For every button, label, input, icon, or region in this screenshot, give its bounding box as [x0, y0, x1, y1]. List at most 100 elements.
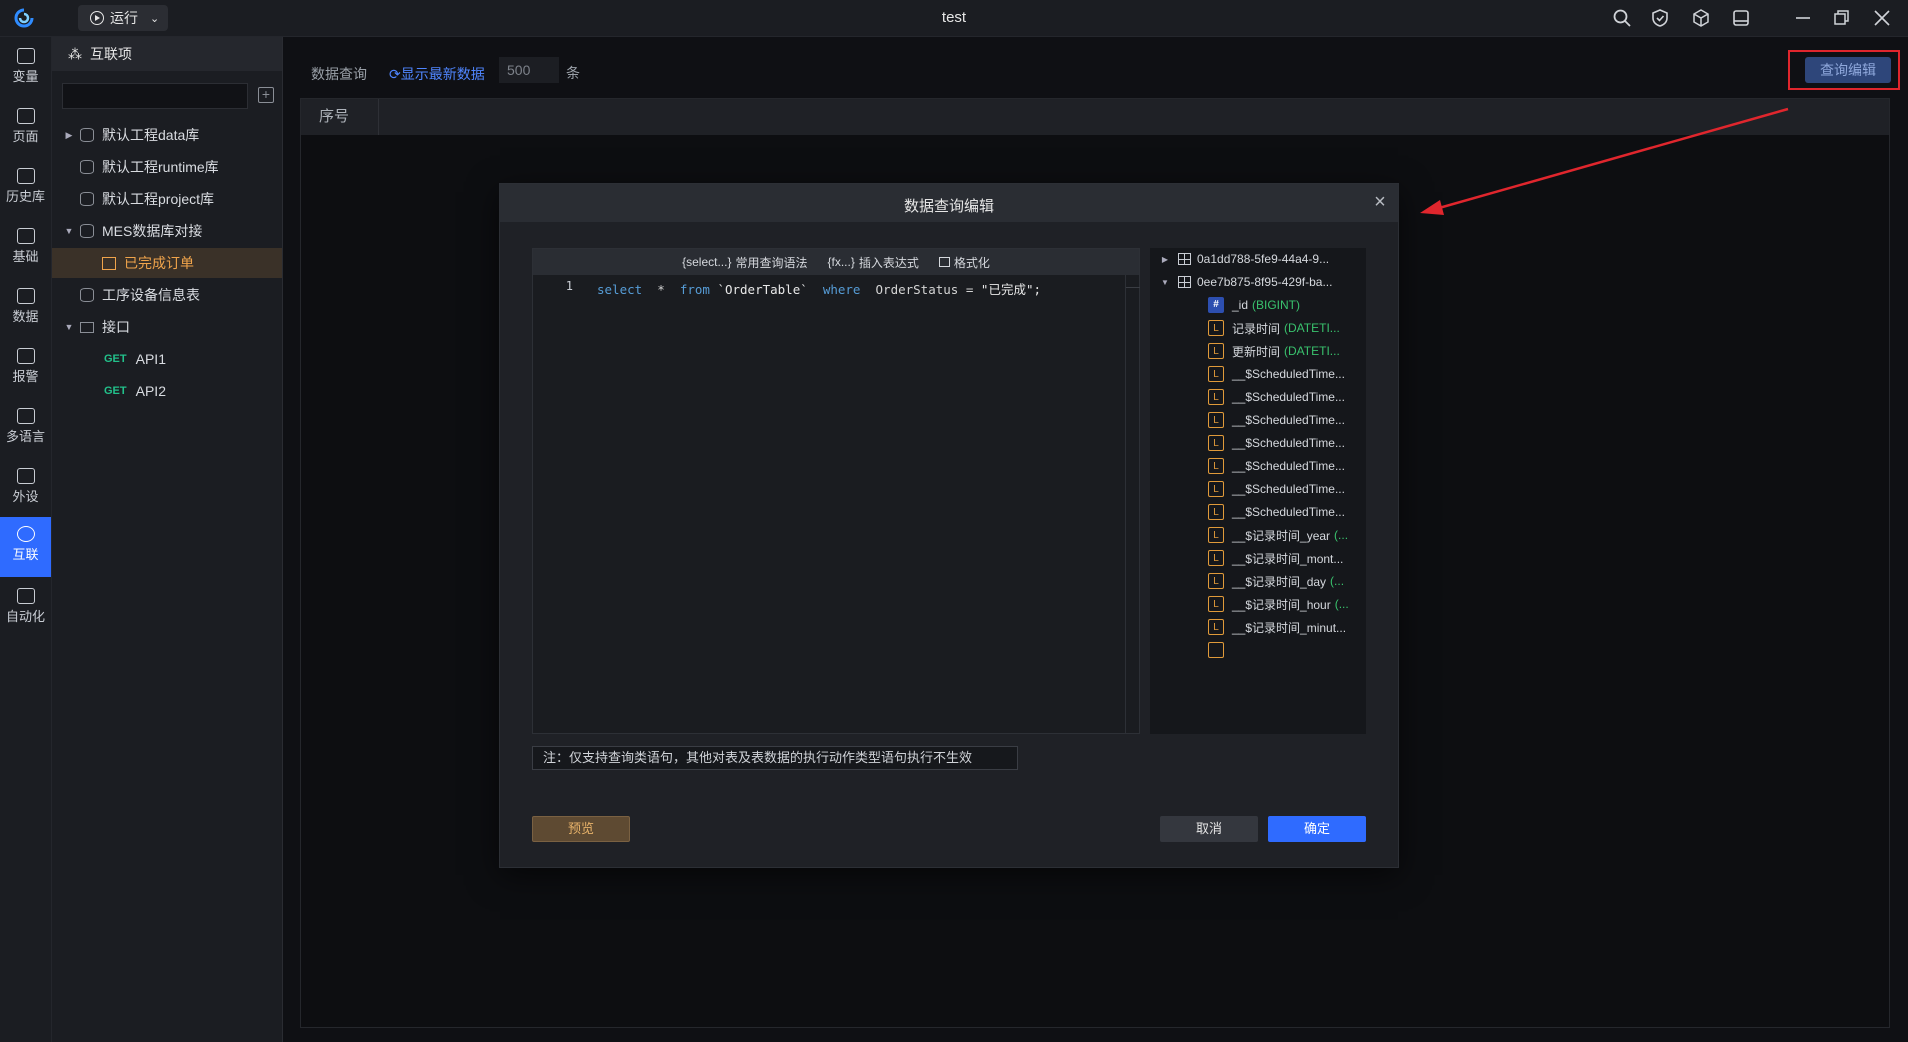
text-field-icon: L	[1208, 412, 1224, 428]
caret-right-icon[interactable]: ▶	[1160, 255, 1170, 264]
rail-item-language[interactable]: 多语言	[0, 401, 51, 457]
sql-operator: =	[965, 282, 974, 297]
tree-node-label: API1	[135, 351, 166, 367]
tree-node-process-equipment[interactable]: 工序设备信息表	[52, 280, 282, 310]
schema-tree: ▶ 0a1dd788-5fe9-44a4-9... ▼ 0ee7b875-8f95-…	[1150, 248, 1366, 734]
rail-item-peripheral[interactable]: 外设	[0, 461, 51, 517]
code-line[interactable]: select * from `OrderTable` where OrderSt…	[597, 279, 1041, 298]
field-name: 更新时间	[1232, 344, 1281, 359]
rail-item-data[interactable]: 数据	[0, 281, 51, 337]
fx-label: 插入表达式	[858, 255, 919, 270]
insert-expression-button[interactable]: {fx...} 插入表达式	[828, 254, 919, 271]
tree-node-interface[interactable]: ▼ 接口	[52, 312, 282, 342]
row-limit-input[interactable]: 500	[499, 57, 559, 83]
field-name: __$记录时间_day	[1232, 574, 1327, 589]
table-icon	[1178, 253, 1191, 265]
dialog-header: 数据查询编辑 ×	[500, 184, 1398, 222]
dialog-close-icon[interactable]: ×	[1370, 192, 1390, 212]
minimize-icon[interactable]	[1793, 8, 1813, 28]
caret-down-icon[interactable]: ▼	[64, 226, 74, 236]
history-db-icon	[16, 168, 35, 184]
rail-item-base[interactable]: 基础	[0, 221, 51, 277]
database-icon	[80, 288, 94, 302]
tree-node-label: 默认工程runtime库	[102, 159, 219, 175]
field-type: (DATETI...	[1284, 321, 1340, 335]
field-name: __$ScheduledTime...	[1232, 413, 1345, 427]
field-name: __$记录时间_minut...	[1232, 620, 1347, 635]
annotation-highlight-box	[1788, 50, 1900, 90]
restore-icon[interactable]	[1832, 8, 1852, 28]
tree-node-completed-orders[interactable]: 已完成订单	[52, 248, 282, 278]
field-type: (...	[1334, 597, 1349, 611]
editor-scrollbar[interactable]	[1125, 275, 1140, 733]
tree-node-runtime-db[interactable]: 默认工程runtime库	[52, 152, 282, 182]
preview-button[interactable]: 预览	[532, 816, 630, 842]
text-field-icon: L	[1208, 527, 1224, 543]
text-field-icon: L	[1208, 504, 1224, 520]
field-name: 记录时间	[1232, 321, 1281, 336]
tree-node-project-db[interactable]: 默认工程project库	[52, 184, 282, 214]
grid-header: 序号	[301, 99, 1889, 135]
field-name: __$记录时间_mont...	[1232, 551, 1344, 566]
peripheral-icon	[16, 468, 35, 484]
tree-node-data-db[interactable]: ▶ 默认工程data库	[52, 120, 282, 150]
common-query-syntax-button[interactable]: {select...} 常用查询语法	[682, 254, 807, 271]
text-field-icon: L	[1208, 389, 1224, 405]
data-query-label: 数据查询	[311, 66, 367, 82]
cube-icon[interactable]	[1691, 8, 1711, 28]
rail-label: 数据	[12, 309, 39, 324]
network-icon: ⁂	[68, 45, 82, 62]
variable-icon	[16, 48, 35, 64]
schema-field-row-partial[interactable]	[1150, 636, 1366, 664]
database-icon	[80, 160, 94, 174]
text-field-icon: L	[1208, 458, 1224, 474]
column-header-seq[interactable]: 序号	[301, 99, 379, 135]
show-latest-data-link[interactable]: ⟳显示最新数据	[389, 64, 485, 84]
sql-star: *	[657, 282, 665, 297]
rail-item-automation[interactable]: 自动化	[0, 581, 51, 637]
field-type: (...	[1330, 574, 1345, 588]
interconnect-icon	[16, 526, 35, 542]
layout-icon[interactable]	[1731, 8, 1751, 28]
caret-down-icon[interactable]: ▼	[64, 322, 74, 332]
caret-right-icon[interactable]: ▶	[64, 130, 74, 141]
text-field-icon: L	[1208, 481, 1224, 497]
confirm-button[interactable]: 确定	[1268, 816, 1366, 842]
rail-label: 外设	[12, 489, 39, 504]
rail-item-interconnect[interactable]: 互联	[0, 517, 51, 577]
cancel-button[interactable]: 取消	[1160, 816, 1258, 842]
line-number: 1	[565, 279, 573, 293]
alarm-icon	[16, 348, 35, 364]
field-type: (...	[1334, 528, 1349, 542]
tree-node-api1[interactable]: GET API1	[52, 344, 282, 374]
shield-icon[interactable]	[1650, 8, 1670, 28]
editor-scrollbar-thumb[interactable]	[1126, 275, 1140, 288]
refresh-label: 显示最新数据	[400, 66, 485, 82]
sql-field: OrderStatus	[875, 282, 959, 297]
number-field-icon: #	[1208, 297, 1224, 313]
field-type: (DATETI...	[1284, 344, 1340, 358]
language-icon	[16, 408, 35, 424]
tree-node-api2[interactable]: GET API2	[52, 376, 282, 406]
text-field-icon: L	[1208, 366, 1224, 382]
data-icon	[16, 288, 35, 304]
search-icon[interactable]	[1612, 8, 1632, 28]
format-label: 格式化	[953, 255, 990, 270]
caret-down-icon[interactable]: ▼	[1160, 278, 1170, 287]
close-icon[interactable]	[1872, 8, 1892, 28]
rail-label: 基础	[12, 249, 39, 264]
tree-node-mes-db[interactable]: ▼ MES数据库对接	[52, 216, 282, 246]
field-name: __$ScheduledTime...	[1232, 459, 1345, 473]
rail-item-page[interactable]: 页面	[0, 101, 51, 157]
sql-editor[interactable]: {select...} 常用查询语法 {fx...} 插入表达式 格式化 1 s…	[532, 248, 1140, 734]
text-field-icon: L	[1208, 320, 1224, 336]
rail-item-alarm[interactable]: 报警	[0, 341, 51, 397]
format-button[interactable]: 格式化	[938, 254, 990, 271]
text-field-icon: L	[1208, 619, 1224, 635]
field-name: __$ScheduledTime...	[1232, 505, 1345, 519]
rail-item-history[interactable]: 历史库	[0, 161, 51, 217]
tree-search-input[interactable]	[62, 83, 248, 109]
rail-item-variable[interactable]: 变量	[0, 41, 51, 97]
text-field-icon: L	[1208, 573, 1224, 589]
add-icon[interactable]: +	[258, 87, 274, 103]
